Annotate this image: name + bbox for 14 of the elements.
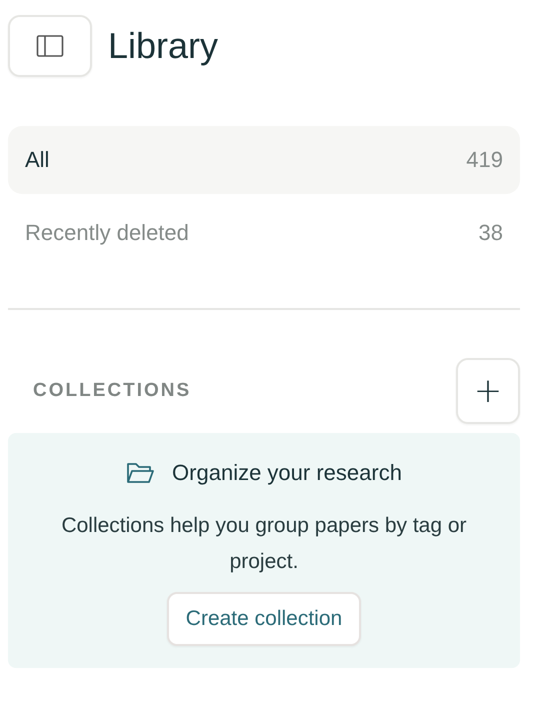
folder-icon [126, 462, 154, 484]
section-heading: COLLECTIONS [33, 380, 192, 402]
nav-item[interactable]: All 419 [8, 126, 520, 194]
empty-state-title: Organize your research [172, 460, 402, 486]
empty-state-text: Collections help you group papers by tag or project. [60, 513, 468, 575]
sidebar-icon [36, 34, 64, 58]
item-count: 419 [466, 147, 503, 173]
item-label: All [25, 147, 50, 173]
item-count: 38 [478, 220, 503, 246]
add-collection-button[interactable]: + [456, 358, 520, 424]
page-title: Library [108, 25, 218, 67]
sidebar-toggle-button[interactable] [8, 15, 92, 77]
create-collection-button[interactable]: Create collection [166, 592, 362, 646]
item-label: Recently deleted [25, 220, 189, 246]
